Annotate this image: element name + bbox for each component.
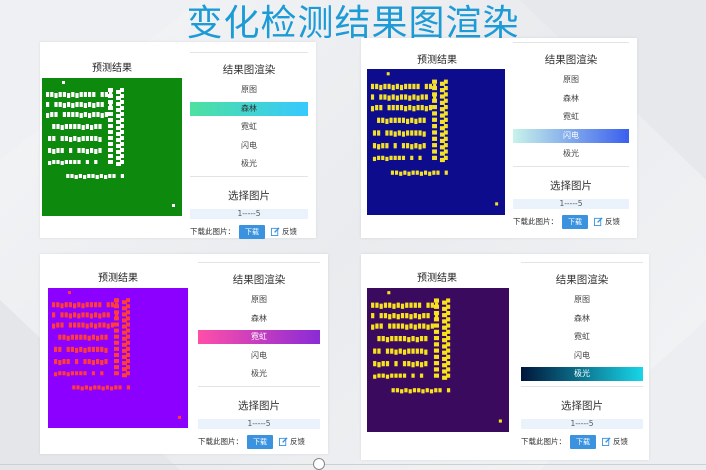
render-option[interactable]: 原图 xyxy=(198,293,320,307)
render-option[interactable]: 极光 xyxy=(190,157,308,171)
image-range-selector[interactable]: 1-----5 xyxy=(521,418,643,429)
render-title: 结果图渲染 xyxy=(544,54,598,66)
feedback-label: 反馈 xyxy=(605,217,620,226)
feedback-link[interactable]: 反馈 xyxy=(602,436,628,447)
render-option[interactable]: 原图 xyxy=(513,73,629,87)
edit-icon xyxy=(602,437,611,446)
render-sidebar: 结果图渲染 原图森林霓虹闪电极光 选择图片 1-----5 下载此图片： 下载 … xyxy=(198,262,320,449)
render-option[interactable]: 森林 xyxy=(513,92,629,106)
download-button[interactable]: 下载 xyxy=(239,224,265,239)
preview-title: 预测结果 xyxy=(417,55,457,66)
download-row: 下载此图片： 下载 反馈 xyxy=(198,434,320,449)
render-option[interactable]: 闪电 xyxy=(190,139,308,153)
download-button[interactable]: 下载 xyxy=(562,214,588,229)
bottom-divider xyxy=(0,464,706,465)
preview-title: 预测结果 xyxy=(417,273,457,284)
edit-icon xyxy=(279,437,288,446)
download-button[interactable]: 下载 xyxy=(570,434,596,449)
feedback-link[interactable]: 反馈 xyxy=(271,226,297,237)
render-title: 结果图渲染 xyxy=(222,64,276,76)
select-image-title: 选择图片 xyxy=(550,179,592,192)
render-sidebar: 结果图渲染 原图森林霓虹闪电极光 选择图片 1-----5 下载此图片： 下载 … xyxy=(190,52,308,239)
select-image-title: 选择图片 xyxy=(228,189,270,202)
render-option-selected[interactable]: 极光 xyxy=(521,367,643,381)
render-option[interactable]: 原图 xyxy=(190,83,308,97)
preview-title: 预测结果 xyxy=(98,273,138,284)
feedback-link[interactable]: 反馈 xyxy=(279,436,305,447)
preview-title: 预测结果 xyxy=(92,63,132,74)
feedback-label: 反馈 xyxy=(282,227,297,236)
download-row: 下载此图片： 下载 反馈 xyxy=(521,434,643,449)
render-option[interactable]: 森林 xyxy=(521,312,643,326)
download-label: 下载此图片： xyxy=(198,437,243,446)
download-row: 下载此图片： 下载 反馈 xyxy=(513,214,629,229)
render-option-selected[interactable]: 森林 xyxy=(190,101,308,116)
render-option-selected[interactable]: 闪电 xyxy=(513,128,629,143)
render-option[interactable]: 原图 xyxy=(521,293,643,307)
feedback-label: 反馈 xyxy=(613,437,628,446)
feedback-label: 反馈 xyxy=(290,437,305,446)
select-image-title: 选择图片 xyxy=(561,399,603,412)
prediction-image xyxy=(48,288,188,428)
image-range-selector[interactable]: 1-----5 xyxy=(513,198,629,209)
result-panel-lightning: 预测结果 结果图渲染 原图森林霓虹闪电极光 选择图片 1-----5 下载此图片… xyxy=(361,38,637,238)
feedback-link[interactable]: 反馈 xyxy=(594,216,620,227)
render-sidebar: 结果图渲染 原图森林霓虹闪电极光 选择图片 1-----5 下载此图片： 下载 … xyxy=(521,262,643,449)
render-sidebar: 结果图渲染 原图森林霓虹闪电极光 选择图片 1-----5 下载此图片： 下载 … xyxy=(513,42,629,229)
render-option[interactable]: 霓虹 xyxy=(521,330,643,344)
download-label: 下载此图片： xyxy=(513,217,558,226)
render-option[interactable]: 霓虹 xyxy=(190,120,308,134)
render-title: 结果图渲染 xyxy=(555,274,609,286)
render-option[interactable]: 森林 xyxy=(198,312,320,326)
render-title: 结果图渲染 xyxy=(232,274,286,286)
render-option[interactable]: 霓虹 xyxy=(513,110,629,124)
edit-icon xyxy=(594,217,603,226)
render-option[interactable]: 极光 xyxy=(513,147,629,161)
scroll-handle[interactable] xyxy=(313,458,325,470)
result-panel-aurora: 预测结果 结果图渲染 原图森林霓虹闪电极光 选择图片 1-----5 下载此图片… xyxy=(361,254,649,460)
render-option[interactable]: 闪电 xyxy=(198,349,320,363)
render-option-selected[interactable]: 霓虹 xyxy=(198,330,320,344)
prediction-image xyxy=(367,69,505,215)
prediction-image xyxy=(42,78,182,216)
download-label: 下载此图片： xyxy=(521,437,566,446)
render-option[interactable]: 闪电 xyxy=(521,349,643,363)
download-row: 下载此图片： 下载 反馈 xyxy=(190,224,308,239)
edit-icon xyxy=(271,227,280,236)
select-image-title: 选择图片 xyxy=(238,399,280,412)
download-label: 下载此图片： xyxy=(190,227,235,236)
prediction-image xyxy=(367,288,509,432)
download-button[interactable]: 下载 xyxy=(247,434,273,449)
image-range-selector[interactable]: 1-----5 xyxy=(190,208,308,219)
image-range-selector[interactable]: 1-----5 xyxy=(198,418,320,429)
result-panel-forest: 预测结果 结果图渲染 原图森林霓虹闪电极光 选择图片 1-----5 下载此图片… xyxy=(40,42,316,239)
result-panel-neon: 预测结果 结果图渲染 原图森林霓虹闪电极光 选择图片 1-----5 下载此图片… xyxy=(40,254,328,454)
render-option[interactable]: 极光 xyxy=(198,367,320,381)
